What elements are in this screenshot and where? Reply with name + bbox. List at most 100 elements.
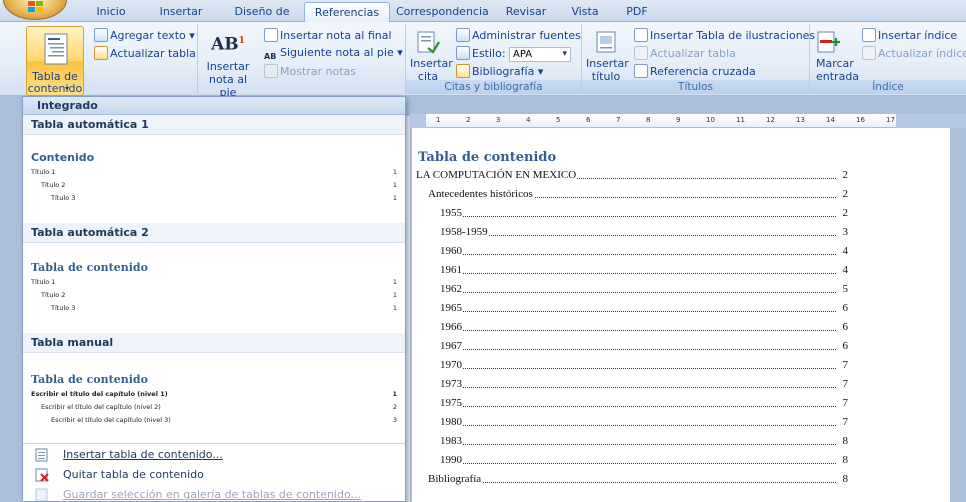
insert-index-icon xyxy=(862,28,876,42)
remove-toc-command[interactable]: Quitar tabla de contenido xyxy=(23,465,405,485)
tab-correspondencia[interactable]: Correspondencia xyxy=(396,2,489,22)
toc-entry[interactable]: 1958-1959 3 xyxy=(440,223,848,241)
bibliography-button[interactable]: Bibliografía ▾ xyxy=(456,64,543,78)
toc-entry[interactable]: 1980 7 xyxy=(440,413,848,431)
gallery-header: Integrado xyxy=(23,97,405,115)
save-selection-command[interactable]: Guardar selección en galería de tablas d… xyxy=(23,485,405,501)
horizontal-ruler[interactable]: 1 2 3 4 5 6 7 8 9 10 11 12 13 14 16 17 xyxy=(410,114,966,128)
endnote-icon xyxy=(264,28,278,42)
ruler-tick-label: 7 xyxy=(616,116,621,124)
toc-entry[interactable]: Bibliografía 8 xyxy=(428,470,848,488)
toc-entry-page: 8 xyxy=(842,435,849,447)
toc-entry[interactable]: 1973 7 xyxy=(440,375,848,393)
insert-footnote-button[interactable]: AB1 Insertar nota al pie xyxy=(204,30,252,99)
tab-insertar[interactable]: Insertar xyxy=(148,2,214,22)
update-index-button[interactable]: Actualizar índice xyxy=(862,46,966,60)
update-table-button[interactable]: Actualizar tabla xyxy=(94,46,196,60)
toc-entry[interactable]: Antecedentes históricos 2 xyxy=(428,185,848,203)
toc-button[interactable]: Tabla de contenido ▾ xyxy=(26,26,84,96)
toc-entry[interactable]: 1983 8 xyxy=(440,432,848,450)
remove-toc-icon xyxy=(35,468,49,482)
toc-entry-page: 6 xyxy=(842,302,849,314)
preview-line-text: Título 1 xyxy=(31,278,56,286)
captions-group-label: Títulos xyxy=(582,80,809,94)
insert-endnote-button[interactable]: Insertar nota al final xyxy=(264,28,392,42)
tab-inicio[interactable]: Inicio xyxy=(82,2,140,22)
toc-entry-text: 1961 xyxy=(440,261,463,279)
next-footnote-button[interactable]: AB Siguiente nota al pie ▾ xyxy=(264,46,403,64)
toc-entry[interactable]: 1962 5 xyxy=(440,280,848,298)
insert-endnote-label: Insertar nota al final xyxy=(280,29,392,42)
toc-button-label: Tabla de contenido xyxy=(27,70,83,95)
gallery-item-auto-table-1[interactable]: Contenido Título 1 1 Título 2 1 Título 3 1 xyxy=(31,151,401,205)
toc-document-icon xyxy=(44,33,68,65)
toc-entry-page: 8 xyxy=(842,454,849,466)
preview-line-text: Título 2 xyxy=(41,181,66,189)
toc-entry-text: 1975 xyxy=(440,394,463,412)
caption-icon xyxy=(596,31,616,53)
style-selector[interactable]: Estilo: APA xyxy=(456,46,572,62)
toc-entry[interactable]: 1967 6 xyxy=(440,337,848,355)
preview-line-text: Título 3 xyxy=(51,194,76,202)
toc-entry[interactable]: 1975 7 xyxy=(440,394,848,412)
style-combo[interactable]: APA xyxy=(509,46,572,62)
toc-entry[interactable]: 1955 2 xyxy=(440,204,848,222)
bibliography-icon xyxy=(456,64,470,78)
preview-page-number: 3 xyxy=(392,416,397,424)
preview-line-text: Título 3 xyxy=(51,304,76,312)
tab-diseno-pagina[interactable]: Diseño de página xyxy=(216,2,308,37)
preview-line: Título 3 1 xyxy=(31,302,401,315)
toc-leader-dots xyxy=(440,349,836,350)
tab-revisar[interactable]: Revisar xyxy=(498,2,554,22)
toc-entry[interactable]: 1960 4 xyxy=(440,242,848,260)
update-table-figures-button[interactable]: Actualizar tabla xyxy=(634,46,736,60)
toc-entry-text: 1970 xyxy=(440,356,463,374)
insert-caption-button[interactable]: Insertar título xyxy=(586,30,629,83)
ruler-tick-label: 3 xyxy=(496,116,501,124)
toc-entry[interactable]: 1990 8 xyxy=(440,451,848,469)
toc-entry-text: 1973 xyxy=(440,375,463,393)
mark-entry-button[interactable]: Marcar entrada xyxy=(816,30,859,83)
tab-vista[interactable]: Vista xyxy=(560,2,610,22)
office-button[interactable] xyxy=(3,0,67,20)
cross-reference-icon xyxy=(634,64,648,78)
ruler-tick-label: 9 xyxy=(676,116,681,124)
insert-citation-button[interactable]: Insertar cita xyxy=(410,30,453,83)
preview-page-number: 1 xyxy=(392,181,397,189)
insert-index-button[interactable]: Insertar índice xyxy=(862,28,957,42)
toc-entry-text: 1966 xyxy=(440,318,463,336)
ruler-tick-label: 11 xyxy=(736,116,745,124)
add-text-button[interactable]: Agregar texto ▾ xyxy=(94,28,195,42)
tab-referencias[interactable]: Referencias xyxy=(304,2,390,23)
toc-entry[interactable]: LA COMPUTACIÓN EN MEXICO 2 xyxy=(416,166,848,184)
toc-entry[interactable]: 1961 4 xyxy=(440,261,848,279)
preview-page-number: 2 xyxy=(392,403,397,411)
manage-sources-button[interactable]: Administrar fuentes xyxy=(456,28,581,42)
toc-entry-text: LA COMPUTACIÓN EN MEXICO xyxy=(416,166,578,184)
citations-group-label: Citas y bibliografía xyxy=(406,80,581,94)
insert-table-figures-button[interactable]: Insertar Tabla de ilustraciones xyxy=(634,28,815,42)
remove-toc-label: Quitar tabla de contenido xyxy=(63,468,204,481)
show-notes-button[interactable]: Mostrar notas xyxy=(264,64,356,78)
gallery-item-manual-table[interactable]: Tabla de contenido Escribir el título de… xyxy=(31,373,401,433)
insert-toc-command[interactable]: Insertar tabla de contenido... xyxy=(23,445,405,465)
preview-line: Escribir el título del capítulo (nivel 3… xyxy=(31,414,401,427)
gallery-section-title: Tabla automática 1 xyxy=(23,115,405,135)
tab-pdf[interactable]: PDF xyxy=(612,2,662,22)
document-page[interactable]: Tabla de contenido LA COMPUTACIÓN EN MEX… xyxy=(412,128,950,502)
gallery-section-title: Tabla automática 2 xyxy=(23,223,405,243)
toc-entry-page: 7 xyxy=(842,378,849,390)
preview-page-number: 1 xyxy=(392,304,397,312)
toc-gallery-dropdown: Integrado Tabla automática 1 Contenido T… xyxy=(22,96,406,502)
toc-entry-text: Antecedentes históricos xyxy=(428,185,534,203)
toc-entry[interactable]: 1965 6 xyxy=(440,299,848,317)
toc-leader-dots xyxy=(428,482,836,483)
gallery-item-auto-table-2[interactable]: Tabla de contenido Título 1 1 Título 2 1 Tít… xyxy=(31,261,401,315)
ruler-tick-label: 1 xyxy=(436,116,441,124)
toc-entry[interactable]: 1970 7 xyxy=(440,356,848,374)
preview-line-text: Título 1 xyxy=(31,168,56,176)
toc-entry[interactable]: 1966 6 xyxy=(440,318,848,336)
cross-reference-button[interactable]: Referencia cruzada xyxy=(634,64,756,78)
ruler-tick-label: 13 xyxy=(796,116,805,124)
ribbon: Tabla de contenido ▾ Agregar texto ▾ Act… xyxy=(0,22,966,99)
